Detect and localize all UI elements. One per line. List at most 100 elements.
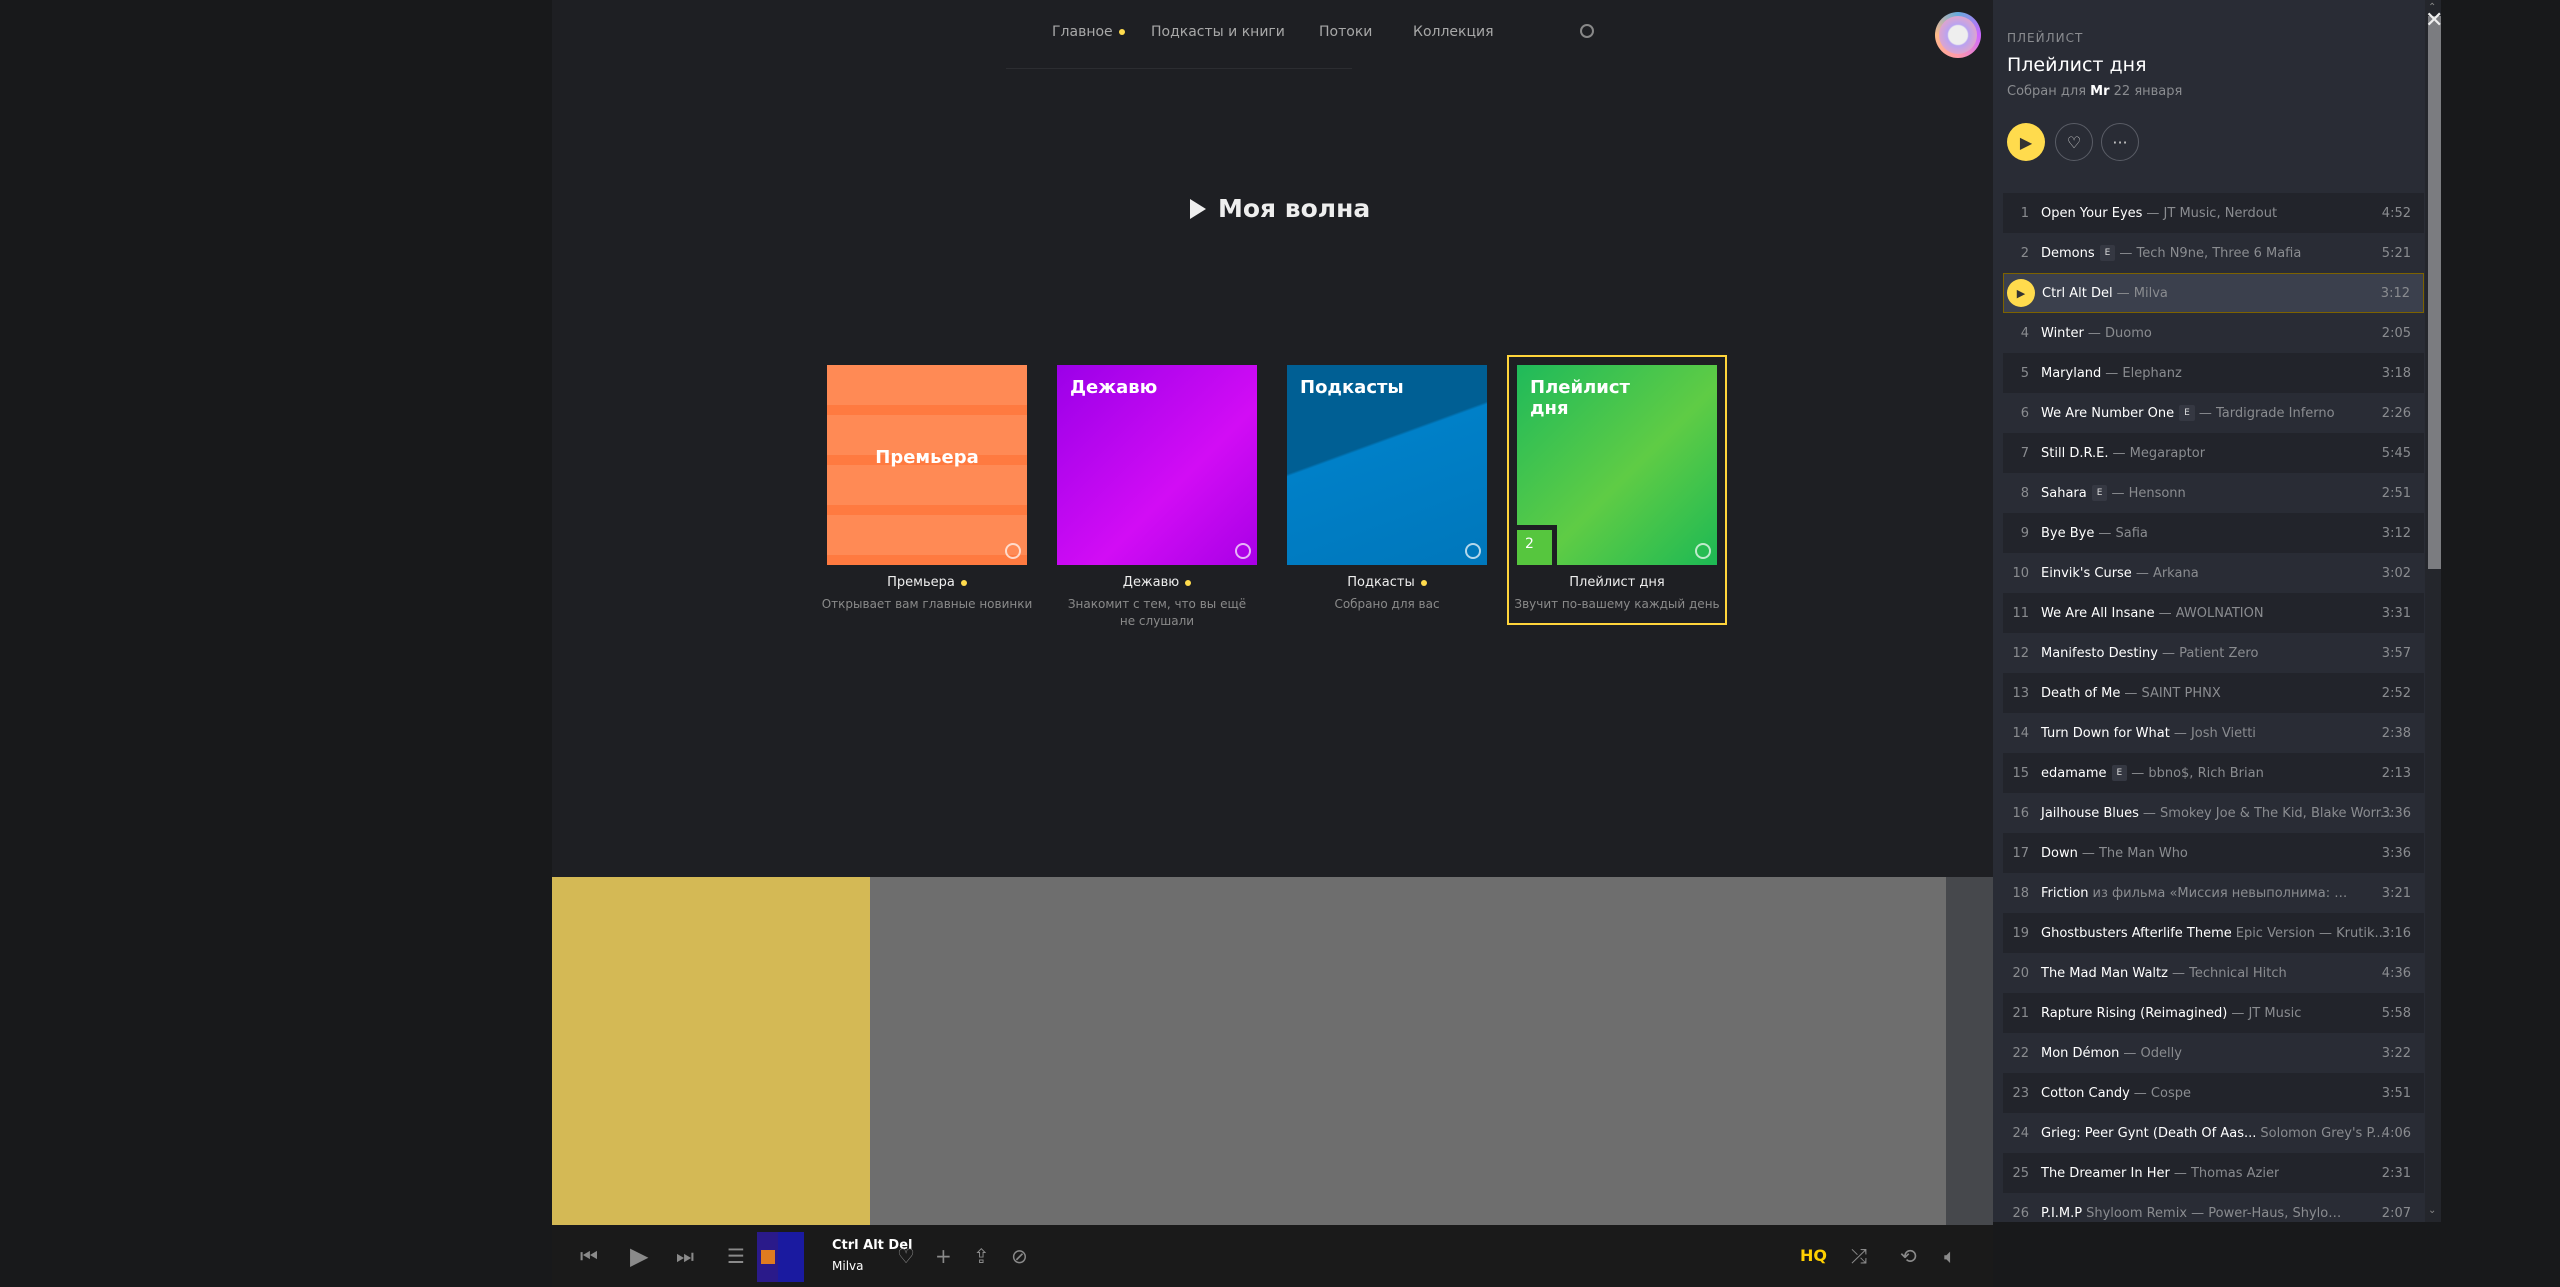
queue-icon[interactable]: ☰ [727,1241,745,1271]
play-icon[interactable]: ▶ [2007,279,2035,307]
track-artist: — Safia [2098,525,2148,541]
heart-icon[interactable]: ♡ [897,1241,915,1271]
track-row[interactable]: 15 edamame E — bbno$, Rich Brian 2:13 [2003,753,2424,793]
card-caption: Премьера Открывает вам главные новинки [817,575,1037,613]
progress-track[interactable] [870,877,1946,1225]
progress-tail [1946,877,1993,1225]
track-number: 21 [2012,1005,2029,1021]
track-row[interactable]: 19 Ghostbusters Afterlife Theme Epic Versi… [2003,913,2424,953]
card-name[interactable]: Подкасты [1347,575,1415,590]
track-row[interactable]: 10 Einvik's Curse — Arkana 3:02 [2003,553,2424,593]
track-artist: Solomon Grey's P... [2260,1125,2385,1141]
track-row[interactable]: 5 Maryland — Elephanz 3:18 [2003,353,2424,393]
track-artist: из фильма «Миссия невыполнима: После... [2092,885,2353,901]
playlist-badge: 2 [1517,525,1557,565]
track-number: 19 [2012,925,2029,941]
track-artist: — Thomas Azier [2173,1165,2280,1181]
track-row[interactable]: 12 Manifesto Destiny — Patient Zero 3:57 [2003,633,2424,673]
play-icon[interactable] [1190,199,1206,219]
track-duration: 2:31 [2381,1165,2411,1181]
card-premiere[interactable]: Премьера [827,365,1027,565]
explicit-badge: E [2091,485,2108,501]
add-icon[interactable]: + [935,1241,952,1271]
card-daily-playlist[interactable]: Плейлист дня 2 [1517,365,1717,565]
track-duration: 2:26 [2381,405,2411,421]
track-row[interactable]: 18 Friction из фильма «Миссия невыполнима:… [2003,873,2424,913]
track-row[interactable]: 17 Down — The Man Who 3:36 [2003,833,2424,873]
track-title: We Are Number One [2041,405,2175,421]
track-row[interactable]: 4 Winter — Duomo 2:05 [2003,313,2424,353]
track-duration: 3:21 [2381,885,2411,901]
track-title: Open Your Eyes [2041,205,2143,221]
hq-toggle[interactable]: HQ [1800,1246,1827,1265]
track-number: 4 [2020,325,2029,341]
explicit-badge: E [2111,765,2128,781]
track-row[interactable]: 22 Mon Démon — Odelly 3:22 [2003,1033,2424,1073]
track-row[interactable]: 23 Cotton Candy — Cospe 3:51 [2003,1073,2424,1113]
track-title: Manifesto Destiny [2041,645,2158,661]
track-duration: 5:45 [2381,445,2411,461]
next-icon[interactable]: ⏭ [676,1241,694,1271]
progress-played[interactable] [552,877,870,1225]
track-row[interactable]: 13 Death of Me — SAINT PHNX 2:52 [2003,673,2424,713]
card-caption: Плейлист дня Звучит по-вашему каждый день [1507,575,1727,613]
nav-home[interactable]: Главное [1052,24,1125,40]
track-row[interactable]: 26 P.I.M.P Shyloom Remix — Power-Haus, Shy… [2003,1193,2424,1233]
track-artist[interactable]: Milva [832,1259,863,1273]
track-row[interactable]: 9 Bye Bye — Safia 3:12 [2003,513,2424,553]
previous-icon[interactable]: ⏮ [580,1241,598,1271]
avatar[interactable] [1935,12,1981,58]
track-artist: — SAINT PHNX [2124,685,2221,701]
track-row[interactable]: 25 The Dreamer In Her — Thomas Azier 2:31 [2003,1153,2424,1193]
album-cover[interactable] [757,1232,804,1282]
track-row[interactable]: ▶ Ctrl Alt Del — Milva 3:12 [2003,273,2424,313]
track-title: Down [2041,845,2078,861]
track-row[interactable]: 21 Rapture Rising (Reimagined) — JT Music 5… [2003,993,2424,1033]
play-icon[interactable]: ▶ [630,1241,648,1271]
card-name[interactable]: Дежавю [1123,575,1179,590]
playlist-play-button[interactable]: ▶ [2007,123,2045,161]
shuffle-icon[interactable]: ⤮ [1851,1241,1867,1271]
track-row[interactable]: 6 We Are Number One E — Tardigrade Inferno 2… [2003,393,2424,433]
my-wave-title[interactable]: Моя волна [1218,194,1370,223]
scrollbar-thumb[interactable] [2428,16,2441,569]
card-name[interactable]: Премьера [887,575,955,590]
nav-podcasts[interactable]: Подкасты и книги [1151,24,1285,40]
track-artist: — Tech N9ne, Three 6 Mafia [2119,245,2302,261]
nav-collection[interactable]: Коллекция [1413,24,1494,40]
track-row[interactable]: 1 Open Your Eyes — JT Music, Nerdout 4:52 [2003,193,2424,233]
search-icon[interactable] [1580,24,1594,38]
music-icon [1005,543,1021,559]
scroll-down-icon[interactable]: ⌄ [2428,1205,2436,1216]
track-row[interactable]: 8 Sahara E — Hensonn 2:51 [2003,473,2424,513]
track-duration: 3:51 [2381,1085,2411,1101]
card-name[interactable]: Плейлист дня [1569,575,1664,590]
track-number: 24 [2012,1125,2029,1141]
track-artist: — JT Music, Nerdout [2146,205,2278,221]
card-dejavu[interactable]: Дежавю [1057,365,1257,565]
track-title: Grieg: Peer Gynt (Death Of Aas... [2041,1125,2257,1141]
share-icon[interactable]: ⇪ [973,1241,990,1271]
close-icon[interactable]: ✕ [2425,8,2443,33]
track-duration: 3:36 [2381,805,2411,821]
track-row[interactable]: 14 Turn Down for What — Josh Vietti 2:38 [2003,713,2424,753]
more-button[interactable]: ··· [2101,123,2139,161]
track-row[interactable]: 7 Still D.R.E. — Megaraptor 5:45 [2003,433,2424,473]
block-icon[interactable]: ⊘ [1011,1241,1028,1271]
track-title: Jailhouse Blues [2041,805,2139,821]
track-row[interactable]: 20 The Mad Man Waltz — Technical Hitch 4:36 [2003,953,2424,993]
repeat-icon[interactable]: ⟲ [1900,1241,1917,1271]
track-row[interactable]: 16 Jailhouse Blues — Smokey Joe & The Kid,… [2003,793,2424,833]
user-name[interactable]: Mr [2090,84,2109,99]
panel-kind: ПЛЕЙЛИСТ [2007,31,2084,45]
track-row[interactable]: 11 We Are All Insane — AWOLNATION 3:31 [2003,593,2424,633]
heart-icon: ♡ [2066,132,2082,152]
track-row[interactable]: 2 Demons E — Tech N9ne, Three 6 Mafia 5:21 [2003,233,2424,273]
track-row[interactable]: 24 Grieg: Peer Gynt (Death Of Aas... Solom… [2003,1113,2424,1153]
track-duration: 3:57 [2381,645,2411,661]
nav-streams[interactable]: Потоки [1319,24,1372,40]
volume-icon[interactable]: 🔈︎ [1944,1241,1956,1271]
card-podcasts[interactable]: Подкасты [1287,365,1487,565]
track-title: edamame [2041,765,2107,781]
like-button[interactable]: ♡ [2055,123,2093,161]
